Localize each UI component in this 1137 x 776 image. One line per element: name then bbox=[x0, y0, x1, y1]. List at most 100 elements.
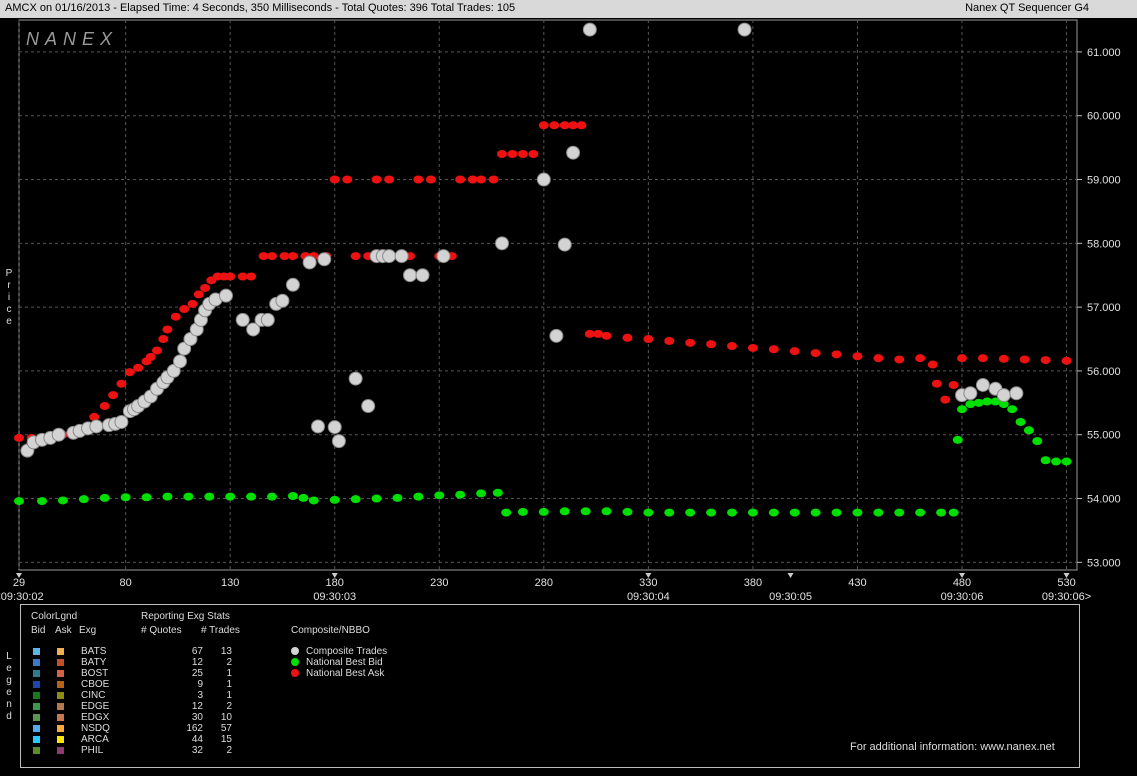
axis-title-letter: d bbox=[6, 711, 12, 722]
bid-point bbox=[267, 492, 277, 501]
axis-title-letter: r bbox=[7, 280, 11, 291]
trade-point bbox=[260, 312, 275, 327]
quote-count: 3 bbox=[197, 690, 203, 701]
ask-swatch bbox=[57, 703, 64, 710]
ask-point bbox=[200, 283, 211, 292]
bid-swatch bbox=[33, 736, 40, 743]
quotes-header: # Quotes bbox=[141, 625, 182, 636]
ask-point bbox=[747, 343, 758, 352]
x-time-label: <09:30:02 bbox=[0, 591, 44, 603]
axis-title-letter: i bbox=[7, 292, 11, 303]
ask-point bbox=[371, 175, 382, 184]
trade-point bbox=[975, 377, 990, 392]
composite-title: Composite/NBBO bbox=[291, 625, 370, 636]
composite-legend-label: Composite Trades bbox=[306, 646, 388, 657]
bid-point bbox=[371, 494, 382, 503]
trade-point bbox=[51, 427, 66, 442]
exchange-name: NSDQ bbox=[81, 723, 110, 734]
bid-point bbox=[957, 405, 967, 414]
bid-point bbox=[1061, 457, 1072, 466]
x-tick-label: 480 bbox=[953, 577, 971, 589]
bid-point bbox=[392, 493, 403, 502]
quote-count: 44 bbox=[191, 734, 203, 745]
bid-swatch bbox=[33, 714, 40, 721]
ask-header: Ask bbox=[55, 625, 72, 636]
ask-point bbox=[831, 350, 842, 359]
price-chart: NANEX 53.000 54.000 55.000 56.000 57.000 58.00… bbox=[0, 19, 1121, 603]
bid-point bbox=[915, 508, 926, 517]
ask-point bbox=[948, 380, 959, 389]
bid-swatch bbox=[33, 725, 40, 732]
bid-point bbox=[1015, 417, 1026, 426]
stats-title: Reporting Exg Stats bbox=[141, 611, 230, 622]
trade-count: 1 bbox=[226, 668, 232, 679]
bid-swatch bbox=[33, 670, 40, 677]
ask-point bbox=[162, 325, 173, 334]
bid-point bbox=[685, 508, 696, 517]
trade-count: 1 bbox=[226, 690, 232, 701]
x-time-label: 09:30:06 bbox=[941, 591, 984, 603]
exchange-name: EDGE bbox=[81, 701, 110, 712]
ask-point bbox=[549, 121, 560, 130]
bid-point bbox=[538, 507, 549, 516]
x-time-label: 09:30:03 bbox=[313, 591, 356, 603]
trade-point bbox=[415, 268, 430, 283]
chart-plot-group: NANEX 53.000 54.000 55.000 56.000 57.000 58.00… bbox=[0, 19, 1121, 603]
composite-legend-dot bbox=[291, 658, 299, 666]
quote-count: 25 bbox=[191, 668, 203, 679]
bid-point bbox=[952, 435, 963, 444]
ask-point bbox=[1061, 356, 1072, 365]
bid-point bbox=[873, 508, 884, 517]
trade-point bbox=[275, 293, 290, 308]
bid-point bbox=[183, 492, 194, 501]
ask-point bbox=[187, 299, 198, 308]
exchange-header: Exg bbox=[79, 625, 97, 636]
trade-point bbox=[311, 419, 325, 434]
y-tick-label: 53.000 bbox=[1087, 557, 1121, 569]
quote-count: 32 bbox=[191, 745, 203, 756]
x-tick-label: 230 bbox=[430, 577, 448, 589]
bid-point bbox=[643, 508, 654, 517]
bid-point bbox=[78, 495, 89, 504]
bid-swatch bbox=[33, 681, 40, 688]
ask-point bbox=[576, 121, 587, 130]
ask-point bbox=[538, 121, 549, 130]
x-tick-label: 330 bbox=[639, 577, 657, 589]
ask-swatch bbox=[57, 725, 64, 732]
exchange-name: EDGX bbox=[81, 712, 110, 723]
ask-point bbox=[413, 175, 424, 184]
trade-point bbox=[557, 237, 572, 252]
bid-point bbox=[246, 492, 257, 501]
trade-count: 13 bbox=[220, 646, 232, 657]
ask-point bbox=[957, 354, 967, 363]
bid-swatch bbox=[33, 703, 40, 710]
ask-point bbox=[455, 175, 466, 184]
trade-point bbox=[536, 172, 551, 187]
bid-point bbox=[852, 508, 863, 517]
ask-point bbox=[873, 354, 884, 363]
exchange-name: BATY bbox=[81, 657, 107, 668]
ask-swatch bbox=[57, 747, 64, 754]
ask-point bbox=[225, 272, 236, 281]
bid-point bbox=[14, 497, 24, 506]
bid-point bbox=[768, 508, 779, 517]
color-legend-title: ColorLgnd bbox=[31, 611, 78, 622]
ask-point bbox=[476, 175, 487, 184]
ask-point bbox=[108, 391, 119, 400]
ask-point bbox=[622, 333, 633, 342]
bid-point bbox=[965, 400, 976, 409]
bid-point bbox=[308, 496, 319, 505]
ask-point bbox=[915, 354, 926, 363]
ask-point bbox=[685, 338, 696, 347]
bid-point bbox=[204, 492, 215, 501]
x-time-label: 09:30:04 bbox=[627, 591, 670, 603]
trade-count: 15 bbox=[220, 734, 232, 745]
ask-point bbox=[1019, 355, 1030, 364]
bid-point bbox=[1040, 456, 1051, 465]
y-tick-label: 59.000 bbox=[1087, 175, 1121, 187]
trade-point bbox=[114, 414, 129, 429]
ask-point bbox=[601, 331, 612, 340]
x-tick-label: 380 bbox=[744, 577, 762, 589]
axis-title-letter: L bbox=[6, 651, 12, 662]
bid-point bbox=[810, 508, 821, 517]
